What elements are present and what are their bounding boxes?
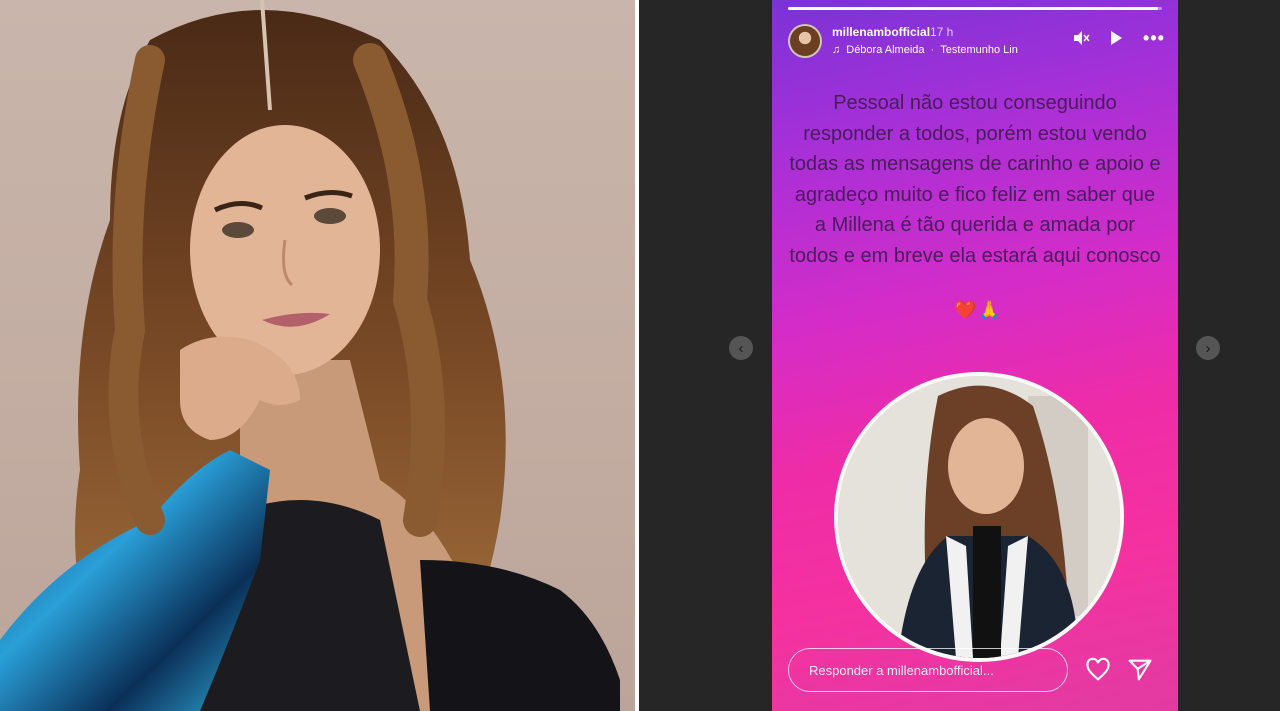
heart-icon[interactable] [1084,656,1112,684]
heart-icon-svg [1086,657,1110,681]
story-message: Pessoal não estou conseguindo responder … [789,92,1161,267]
story-header: millenambofficial 17 h ♫ Débora Almeida … [788,22,1165,62]
avatar[interactable] [788,24,822,58]
play-icon-svg [1111,31,1122,45]
story-viewer: ‹ › millenambofficial 17 h ♫ Débora Alme… [639,0,1280,711]
post-time: 17 h [930,25,954,39]
chevron-left-icon[interactable]: ‹ [729,336,753,360]
music-artist: Débora Almeida [846,44,925,56]
story-photo [834,372,1124,662]
play-icon[interactable] [1105,28,1127,52]
music-attribution[interactable]: ♫ Débora Almeida · Testemunho Lin [832,44,1018,56]
story-footer [788,646,1162,694]
music-note-icon: ♫ [832,44,841,56]
chevron-right-icon[interactable]: › [1196,336,1220,360]
reply-input[interactable] [788,648,1068,692]
girl-portrait-illustration [0,0,620,711]
mute-icon-svg [1074,31,1090,45]
story-progress-bar [788,7,1162,10]
heart-pray-emoji: ❤️🙏 [954,300,1003,320]
girl-photo-illustration [838,376,1120,658]
story-frame: millenambofficial 17 h ♫ Débora Almeida … [772,0,1178,711]
story-progress-fill [788,7,1159,10]
send-icon-svg [1128,659,1152,681]
promo-photo [0,0,635,711]
separator: · [930,44,935,56]
music-title: Testemunho Lin [940,44,1018,56]
send-icon[interactable] [1126,656,1154,684]
username[interactable]: millenambofficial [832,25,930,39]
more-options-icon[interactable]: ••• [1143,28,1165,48]
mute-icon[interactable] [1070,28,1092,52]
